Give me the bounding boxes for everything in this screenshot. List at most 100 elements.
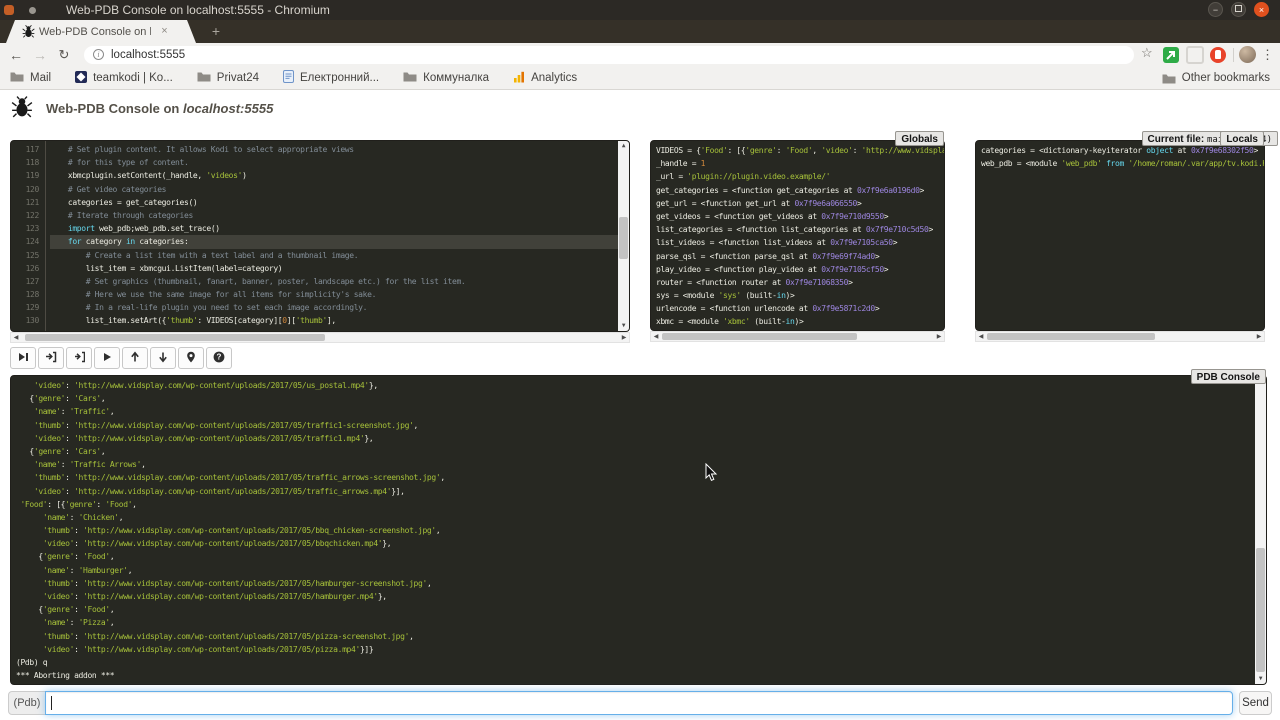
- app-icon: [4, 5, 14, 15]
- line-number: 121: [11, 196, 39, 209]
- console-line: 'name': 'Hamburger',: [16, 564, 1254, 577]
- bug-favicon-icon: [22, 25, 35, 38]
- code-line: # for this type of content.: [50, 156, 618, 169]
- scrollbar-thumb[interactable]: [619, 217, 628, 259]
- current-file-panel: 1171181191201211221231241251261271281291…: [10, 140, 630, 332]
- variable-line: parse_qsl = <function parse_qsl at 0x7f9…: [656, 250, 943, 263]
- down-button[interactable]: [150, 347, 176, 369]
- variable-line: sys = <module 'sys' (built-in)>: [656, 289, 943, 302]
- bookmarks-bar: Mail teamkodi | Ko... Privat24 Електронний.…: [0, 67, 1280, 90]
- help-button[interactable]: ?: [206, 347, 232, 369]
- console-line: 'thumb': 'http://www.vidsplay.com/wp-con…: [16, 577, 1254, 590]
- reload-icon[interactable]: ↻: [54, 45, 74, 65]
- profile-avatar[interactable]: [1239, 46, 1256, 63]
- bookmark-item[interactable]: Privat24: [197, 71, 259, 85]
- line-number: 128: [11, 288, 39, 301]
- variable-line: xbmc = <module 'xbmc' (built-in)>: [656, 315, 943, 328]
- bookmark-item[interactable]: Mail: [10, 71, 51, 85]
- console-line: 'name': 'Traffic Arrows',: [16, 458, 1254, 471]
- next-button[interactable]: [10, 347, 36, 369]
- browser-menu-icon[interactable]: ⋮: [1261, 45, 1274, 65]
- console-line: 'name': 'Pizza',: [16, 616, 1254, 629]
- bookmark-item[interactable]: teamkodi | Ko...: [75, 71, 173, 86]
- code-line: # In a real-life plugin you need to set …: [50, 301, 618, 314]
- info-icon[interactable]: i: [93, 49, 104, 60]
- console-line: 'thumb': 'http://www.vidsplay.com/wp-con…: [16, 630, 1254, 643]
- new-tab-button[interactable]: +: [204, 23, 228, 40]
- extension-red-icon[interactable]: [1210, 47, 1226, 63]
- line-number: 124: [11, 235, 39, 248]
- console-line: 'video': 'http://www.vidsplay.com/wp-con…: [16, 432, 1254, 445]
- locals-horizontal-scrollbar[interactable]: ◀▶: [975, 331, 1265, 342]
- url-text[interactable]: localhost:5555: [111, 46, 185, 64]
- console-line: {'genre': 'Food',: [16, 603, 1254, 616]
- kodi-icon: [75, 71, 87, 86]
- globals-panel: VIDEOS = {'Food': [{'genre': 'Food', 'vi…: [650, 140, 945, 331]
- console-line: 'name': 'Chicken',: [16, 511, 1254, 524]
- browser-tab[interactable]: Web-PDB Console on loca ×: [6, 20, 196, 43]
- code-vertical-scrollbar[interactable]: ▲ ▼: [618, 141, 629, 331]
- console-line: 'video': 'http://www.vidsplay.com/wp-con…: [16, 590, 1254, 603]
- code-line: list_item.setArt({'thumb': VIDEOS[catego…: [50, 314, 618, 327]
- globals-tab-label: Globals: [895, 131, 944, 146]
- tab-close-icon[interactable]: ×: [158, 25, 171, 38]
- forward-icon[interactable]: →: [30, 45, 50, 65]
- scrollbar-thumb[interactable]: [662, 333, 857, 340]
- step-button[interactable]: [38, 347, 64, 369]
- line-number: 130: [11, 314, 39, 327]
- bookmark-star-icon[interactable]: ☆: [1141, 45, 1153, 61]
- analytics-icon: [513, 71, 525, 86]
- console-line: 'thumb': 'http://www.vidsplay.com/wp-con…: [16, 524, 1254, 537]
- scrollbar-thumb[interactable]: [987, 333, 1155, 340]
- window-title: Web-PDB Console on localhost:5555 - Chro…: [66, 0, 330, 20]
- console-output: 'video': 'http://www.vidsplay.com/wp-con…: [16, 379, 1254, 682]
- line-number: 120: [11, 183, 39, 196]
- up-button[interactable]: [122, 347, 148, 369]
- variable-line: list_videos = <function list_videos at 0…: [656, 236, 943, 249]
- send-button[interactable]: Send: [1239, 691, 1272, 715]
- code-line: xbmcplugin.setContent(_handle, 'videos'): [50, 169, 618, 182]
- variable-line: web_pdb = <module 'web_pdb' from '/home/…: [981, 157, 1263, 170]
- text-caret: [51, 696, 52, 710]
- back-icon[interactable]: ←: [6, 45, 26, 65]
- variable-line: get_url = <function get_url at 0x7f9e6a0…: [656, 197, 943, 210]
- minimize-button[interactable]: −: [1208, 2, 1223, 17]
- source-code: # Set plugin content. It allows Kodi to …: [50, 143, 618, 332]
- address-bar[interactable]: i localhost:5555: [84, 46, 1134, 64]
- pdb-command-input[interactable]: [45, 691, 1233, 715]
- code-line: # Here we use the same image for all ite…: [50, 288, 618, 301]
- code-line: # Get video categories: [50, 183, 618, 196]
- extension-disabled-icon[interactable]: [1186, 46, 1204, 64]
- webpdb-bug-logo-icon: [11, 96, 33, 118]
- continue-button[interactable]: [94, 347, 120, 369]
- console-line: 'video': 'http://www.vidsplay.com/wp-con…: [16, 537, 1254, 550]
- extension-green-icon[interactable]: [1163, 47, 1179, 63]
- console-line: 'Food': [{'genre': 'Food',: [16, 498, 1254, 511]
- line-number: 119: [11, 169, 39, 182]
- where-button[interactable]: [178, 347, 204, 369]
- close-window-button[interactable]: ×: [1254, 2, 1269, 17]
- bookmark-item[interactable]: Електронний...: [283, 70, 379, 86]
- code-horizontal-scrollbar[interactable]: ◀▶: [10, 332, 630, 343]
- console-line: (Pdb) q: [16, 656, 1254, 669]
- console-line: 'thumb': 'http://www.vidsplay.com/wp-con…: [16, 419, 1254, 432]
- folder-icon: [10, 71, 24, 85]
- console-vertical-scrollbar[interactable]: ▲ ▼: [1255, 376, 1266, 684]
- other-bookmarks-button[interactable]: Other bookmarks: [1162, 67, 1270, 89]
- folder-icon: [197, 71, 211, 85]
- console-line: 'thumb': 'http://www.vidsplay.com/wp-con…: [16, 471, 1254, 484]
- maximize-button[interactable]: [1231, 2, 1246, 17]
- bookmark-item[interactable]: Analytics: [513, 71, 577, 86]
- globals-horizontal-scrollbar[interactable]: ◀▶: [650, 331, 945, 342]
- bookmark-item[interactable]: Коммуналка: [403, 71, 489, 85]
- globals-variables: VIDEOS = {'Food': [{'genre': 'Food', 'vi…: [656, 144, 943, 329]
- return-button[interactable]: [66, 347, 92, 369]
- browser-toolbar: ← → ↻ i localhost:5555 ☆ ⋮: [0, 43, 1280, 67]
- scrollbar-thumb[interactable]: [25, 334, 325, 341]
- code-line: # Create a list item with a text label a…: [50, 249, 618, 262]
- scrollbar-thumb[interactable]: [1256, 548, 1265, 671]
- svg-text:?: ?: [217, 352, 222, 361]
- gutter-divider: [45, 141, 46, 331]
- console-line: {'genre': 'Cars',: [16, 445, 1254, 458]
- line-number: 126: [11, 262, 39, 275]
